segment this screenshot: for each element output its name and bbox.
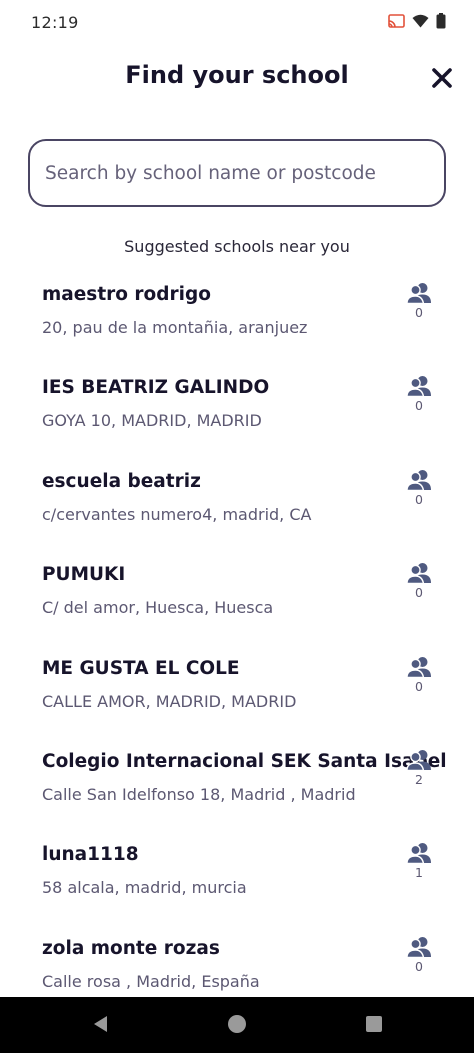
- members-icon: [404, 562, 434, 585]
- school-address: Calle San Idelfonso 18, Madrid , Madrid: [42, 784, 356, 804]
- school-list: maestro rodrigo 20, pau de la montañia, a…: [0, 276, 474, 1023]
- status-bar: 12:19: [0, 0, 474, 46]
- school-members: 2: [404, 749, 434, 787]
- school-members: 0: [404, 469, 434, 507]
- school-list-item[interactable]: PUMUKI C/ del amor, Huesca, Huesca 0: [0, 556, 474, 649]
- school-address: 58 alcala, madrid, murcia: [42, 878, 247, 898]
- members-count: 0: [415, 305, 423, 320]
- members-count: 0: [415, 585, 423, 601]
- members-icon: [404, 375, 434, 398]
- page-title: Find your school: [125, 61, 349, 89]
- status-icons: [388, 13, 446, 29]
- home-circle-icon: [227, 1014, 247, 1038]
- battery-icon: [436, 13, 446, 29]
- cast-icon: [388, 14, 405, 28]
- status-time: 12:19: [31, 13, 79, 32]
- suggested-schools-label: Suggested schools near you: [124, 237, 350, 256]
- school-members: 0: [404, 562, 434, 600]
- recents-button[interactable]: [361, 1013, 387, 1039]
- school-list-item[interactable]: maestro rodrigo 20, pau de la montañia, a…: [0, 276, 474, 369]
- school-name: Colegio Internacional SEK Santa Isabel: [42, 750, 447, 772]
- wifi-icon: [412, 14, 429, 28]
- school-members: 0: [404, 656, 434, 694]
- school-members: 0: [404, 375, 434, 413]
- school-name: maestro rodrigo: [42, 284, 211, 305]
- school-address: Calle rosa , Madrid, España: [42, 971, 260, 991]
- members-icon: [404, 469, 434, 491]
- school-list-item[interactable]: luna1118 58 alcala, madrid, murcia 1: [0, 836, 474, 929]
- school-members: 0: [404, 282, 434, 320]
- back-triangle-icon: [91, 1014, 111, 1038]
- search-input[interactable]: [45, 162, 444, 184]
- members-icon: [404, 656, 434, 678]
- school-name: escuela beatriz: [42, 470, 201, 492]
- close-icon: [431, 67, 453, 93]
- school-address: C/ del amor, Huesca, Huesca: [42, 598, 274, 618]
- school-list-item[interactable]: ME GUSTA EL COLE CALLE AMOR, MADRID, MADR…: [0, 650, 474, 743]
- school-list-item[interactable]: IES BEATRIZ GALINDO GOYA 10, MADRID, MADR…: [0, 369, 474, 462]
- members-icon: [404, 842, 434, 865]
- back-button[interactable]: [88, 1013, 114, 1039]
- members-icon: [404, 282, 434, 304]
- members-icon: [404, 936, 434, 958]
- members-count: 2: [415, 771, 423, 787]
- members-count: 0: [415, 398, 423, 414]
- members-icon: [404, 749, 434, 771]
- school-members: 0: [404, 936, 434, 974]
- close-button[interactable]: [424, 62, 460, 98]
- school-address: c/cervantes numero4, madrid, CA: [42, 504, 312, 524]
- school-name: PUMUKI: [42, 564, 126, 586]
- members-count: 0: [415, 678, 423, 694]
- header: Find your school: [0, 58, 474, 102]
- members-count: 0: [415, 491, 423, 507]
- school-name: zola monte rozas: [42, 937, 220, 959]
- navigation-bar: [0, 997, 474, 1053]
- school-members: 1: [404, 842, 434, 880]
- school-address: GOYA 10, MADRID, MADRID: [42, 411, 262, 431]
- school-name: luna1118: [42, 844, 139, 866]
- search-box[interactable]: [28, 139, 446, 207]
- school-list-item[interactable]: escuela beatriz c/cervantes numero4, madr…: [0, 463, 474, 556]
- members-count: 0: [415, 958, 423, 974]
- home-button[interactable]: [224, 1013, 250, 1039]
- school-address: 20, pau de la montañia, aranjuez: [42, 318, 308, 337]
- members-count: 1: [415, 865, 423, 881]
- school-name: ME GUSTA EL COLE: [42, 657, 240, 679]
- school-address: CALLE AMOR, MADRID, MADRID: [42, 691, 297, 711]
- recents-square-icon: [365, 1015, 383, 1037]
- school-name: IES BEATRIZ GALINDO: [42, 377, 270, 399]
- school-list-item[interactable]: Colegio Internacional SEK Santa Isabel Ca…: [0, 743, 474, 836]
